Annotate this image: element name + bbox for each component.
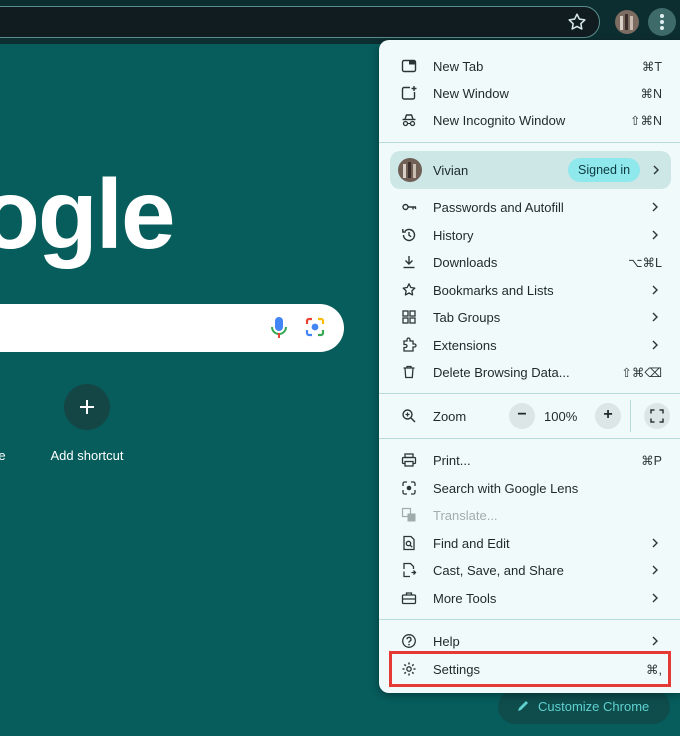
menu-separator <box>379 142 680 143</box>
lens-icon <box>402 481 416 495</box>
chevron-right-icon <box>652 593 658 603</box>
tab-groups-icon <box>402 310 416 324</box>
chevron-right-icon <box>653 165 659 175</box>
menu-item-bookmarks-lists[interactable]: Bookmarks and Lists <box>379 277 680 304</box>
browser-toolbar <box>0 0 680 44</box>
menu-item-print[interactable]: Print... ⌘P <box>379 447 680 474</box>
chrome-menu: New Tab ⌘T New Window ⌘N New Incognito Win… <box>379 40 680 693</box>
chevron-right-icon <box>652 285 658 295</box>
cast-icon <box>403 562 417 578</box>
key-icon <box>402 203 417 211</box>
menu-item-delete-browsing-data[interactable]: Delete Browsing Data... ⇧⌘⌫ <box>379 359 680 386</box>
plus-icon <box>80 400 94 414</box>
zoom-in-button[interactable]: + <box>595 403 621 429</box>
google-lens-icon[interactable] <box>304 316 326 338</box>
menu-item-find-edit[interactable]: Find and Edit <box>379 530 680 557</box>
chevron-right-icon <box>652 230 658 240</box>
extensions-icon <box>403 337 417 352</box>
avatar <box>398 158 422 182</box>
google-logo: ogle <box>0 159 175 269</box>
chevron-right-icon <box>652 636 658 646</box>
zoom-out-button[interactable]: − <box>509 403 535 429</box>
profile-menu-item[interactable]: Vivian Signed in <box>390 151 671 189</box>
chevron-right-icon <box>652 538 658 548</box>
shortcut-label[interactable]: re <box>0 448 6 463</box>
menu-item-tab-groups[interactable]: Tab Groups <box>379 304 680 331</box>
new-tab-icon <box>401 59 417 73</box>
menu-item-new-tab[interactable]: New Tab ⌘T <box>379 53 680 80</box>
search-box[interactable] <box>0 304 344 352</box>
bookmark-star-icon[interactable] <box>566 11 588 33</box>
add-shortcut-button[interactable] <box>64 384 110 430</box>
incognito-icon <box>402 114 416 127</box>
zoom-icon <box>402 409 416 423</box>
address-bar[interactable] <box>0 6 600 38</box>
zoom-divider <box>630 400 631 432</box>
find-icon <box>403 535 415 551</box>
print-icon <box>401 453 417 467</box>
fullscreen-button[interactable] <box>644 403 670 429</box>
add-shortcut-label[interactable]: Add shortcut <box>30 448 144 463</box>
menu-item-downloads[interactable]: Downloads ⌥⌘L <box>379 249 680 276</box>
toolbox-icon <box>401 592 417 605</box>
customize-chrome-label: Customize Chrome <box>538 699 650 714</box>
chrome-menu-button[interactable] <box>648 8 676 36</box>
profile-avatar[interactable] <box>615 10 639 34</box>
chevron-right-icon <box>652 312 658 322</box>
settings-highlight-box <box>389 651 671 687</box>
trash-icon <box>403 365 415 379</box>
signed-in-badge: Signed in <box>568 158 641 182</box>
microphone-icon[interactable] <box>270 316 288 340</box>
menu-item-search-google-lens[interactable]: Search with Google Lens <box>379 475 680 502</box>
menu-item-translate: Translate... <box>379 502 680 529</box>
menu-item-new-incognito-window[interactable]: New Incognito Window ⇧⌘N <box>379 107 680 134</box>
star-icon <box>402 283 416 296</box>
chevron-right-icon <box>652 565 658 575</box>
help-icon <box>402 634 416 648</box>
pencil-icon <box>518 701 528 711</box>
history-icon <box>402 228 416 242</box>
chevron-right-icon <box>652 202 658 212</box>
menu-separator <box>379 393 680 394</box>
menu-item-new-window[interactable]: New Window ⌘N <box>379 80 680 107</box>
menu-item-extensions[interactable]: Extensions <box>379 332 680 359</box>
menu-separator <box>379 438 680 439</box>
menu-separator <box>379 619 680 620</box>
profile-name: Vivian <box>433 163 469 178</box>
zoom-level: 100% <box>544 409 578 424</box>
customize-chrome-button[interactable]: Customize Chrome <box>498 690 670 724</box>
fullscreen-icon <box>650 409 664 423</box>
menu-item-more-tools[interactable]: More Tools <box>379 585 680 612</box>
menu-item-passwords-autofill[interactable]: Passwords and Autofill <box>379 194 680 221</box>
menu-item-cast-save-share[interactable]: Cast, Save, and Share <box>379 557 680 584</box>
download-icon <box>403 256 415 269</box>
translate-icon <box>401 507 416 522</box>
chevron-right-icon <box>652 340 658 350</box>
new-window-icon <box>401 86 417 100</box>
menu-item-history[interactable]: History <box>379 222 680 249</box>
